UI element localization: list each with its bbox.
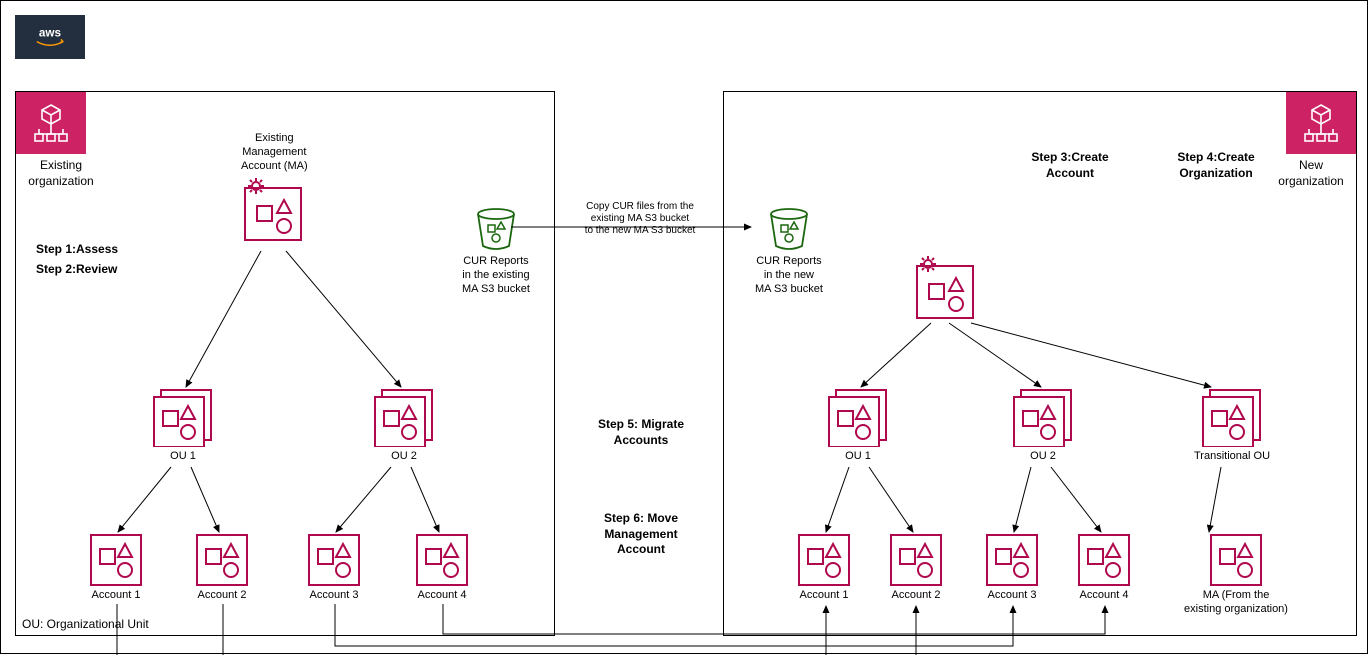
existing-account-3: Account 3 <box>308 534 360 603</box>
copy-cur-label: Copy CUR files from theexisting MA S3 bu… <box>560 201 720 237</box>
existing-org-label: Existingorganization <box>26 158 96 189</box>
new-ou-transitional: Transitional OU <box>1194 389 1270 464</box>
new-ma-from-existing: MA (From theexisting organization) <box>1181 534 1291 617</box>
aws-logo: aws <box>15 15 85 59</box>
new-account-3: Account 3 <box>986 534 1038 603</box>
step-2: Step 2:Review <box>36 262 117 278</box>
new-ma <box>916 254 976 320</box>
new-account-4: Account 4 <box>1078 534 1130 603</box>
step-3: Step 3:CreateAccount <box>1020 150 1120 181</box>
cur-bucket-existing: CUR Reportsin the existingMA S3 bucket <box>462 208 530 296</box>
existing-ou-1: OU 1 <box>153 389 213 464</box>
existing-ma: ExistingManagementAccount (MA) <box>241 132 308 242</box>
new-ou-2: OU 2 <box>1013 389 1073 464</box>
ou-footnote: OU: Organizational Unit <box>22 617 149 631</box>
new-ou-1: OU 1 <box>828 389 888 464</box>
step-5: Step 5: MigrateAccounts <box>581 417 701 448</box>
existing-account-1: Account 1 <box>90 534 142 603</box>
svg-text:aws: aws <box>39 26 62 39</box>
step-4: Step 4:CreateOrganization <box>1166 150 1266 181</box>
step-6: Step 6: MoveManagementAccount <box>581 511 701 558</box>
existing-account-2: Account 2 <box>196 534 248 603</box>
new-account-1: Account 1 <box>798 534 850 603</box>
existing-account-4: Account 4 <box>416 534 468 603</box>
new-org-icon <box>1286 92 1356 154</box>
existing-org-icon <box>16 92 86 154</box>
cur-bucket-new: CUR Reportsin the newMA S3 bucket <box>755 208 823 296</box>
new-org-label: Neworganization <box>1276 158 1346 189</box>
new-account-2: Account 2 <box>890 534 942 603</box>
diagram-canvas: aws Existingorganization Step 1:Assess S… <box>0 0 1368 654</box>
step-1: Step 1:Assess <box>36 242 118 258</box>
existing-ou-2: OU 2 <box>374 389 434 464</box>
